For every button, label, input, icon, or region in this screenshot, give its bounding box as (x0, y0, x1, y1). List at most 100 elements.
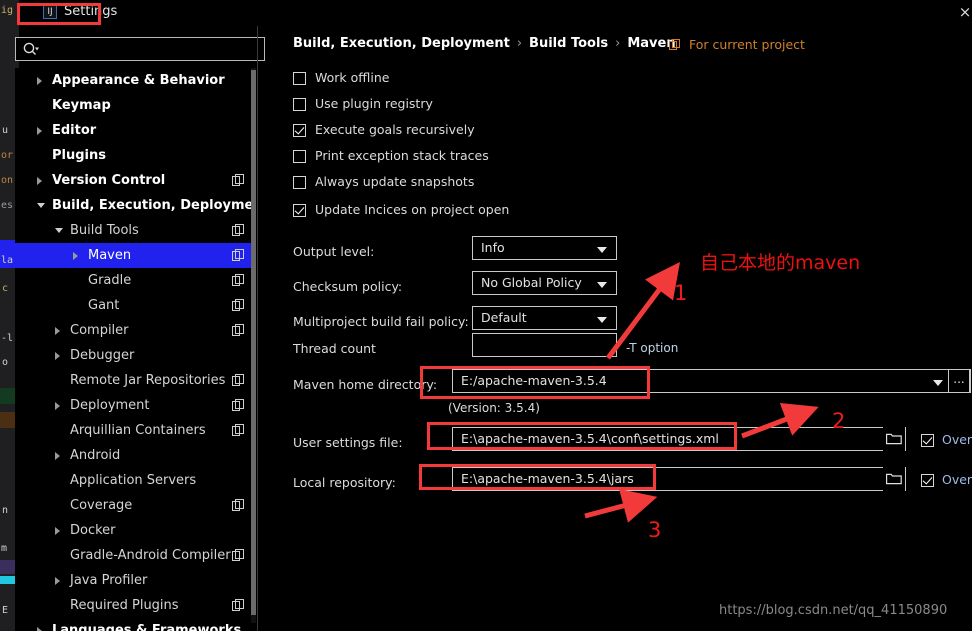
checkbox-box[interactable] (293, 98, 306, 111)
annotation-note-chinese: 自己本地的maven (700, 248, 860, 275)
settings-tree[interactable]: Appearance & BehaviorKeymapEditorPlugins… (15, 68, 256, 631)
select-label: Multiproject build fail policy: (293, 314, 469, 329)
sidebar-item-label: Arquillian Containers (70, 418, 206, 443)
chevron-down-icon[interactable] (597, 282, 607, 288)
ide-text-fragment: or (1, 150, 13, 161)
select-output-level[interactable]: Info (472, 236, 617, 260)
tree-scrollbar-thumb[interactable] (251, 70, 256, 615)
sidebar-item-label: Gradle-Android Compiler (70, 543, 231, 568)
maven-version-note: (Version: 3.5.4) (448, 401, 540, 415)
copy-settings-icon[interactable] (232, 174, 244, 186)
sidebar-item-coverage[interactable]: Coverage (15, 493, 256, 518)
copy-settings-icon[interactable] (232, 274, 244, 286)
sidebar-item-build-execution-deployment[interactable]: Build, Execution, Deployment (15, 193, 256, 218)
sidebar-item-build-tools[interactable]: Build Tools (15, 218, 256, 243)
local-repository-override-checkbox[interactable] (921, 474, 934, 487)
sidebar-item-gradle-android-compiler[interactable]: Gradle-Android Compiler (15, 543, 256, 568)
sidebar-item-compiler[interactable]: Compiler (15, 318, 256, 343)
select-value: No Global Policy (481, 275, 582, 290)
scope-label: For current project (689, 37, 805, 52)
sidebar-item-required-plugins[interactable]: Required Plugins (15, 593, 256, 618)
checkbox-label: Use plugin registry (315, 96, 433, 111)
chevron-right-icon[interactable] (55, 327, 60, 335)
copy-settings-icon[interactable] (232, 549, 244, 561)
sidebar-item-application-servers[interactable]: Application Servers (15, 468, 256, 493)
sidebar-item-plugins[interactable]: Plugins (15, 143, 256, 168)
sidebar-item-gradle[interactable]: Gradle (15, 268, 256, 293)
sidebar-item-deployment[interactable]: Deployment (15, 393, 256, 418)
checkbox-label: Work offline (315, 70, 389, 85)
chevron-right-icon[interactable] (55, 352, 60, 360)
copy-settings-icon[interactable] (232, 599, 244, 611)
chevron-right-icon[interactable] (37, 627, 42, 631)
sidebar-item-label: Keymap (52, 93, 111, 118)
thread-count-label: Thread count (293, 341, 376, 356)
ide-text-fragment: c (2, 283, 8, 294)
sidebar-item-label: Compiler (70, 318, 129, 343)
sidebar-item-editor[interactable]: Editor (15, 118, 256, 143)
settings-search-box[interactable] (15, 37, 265, 61)
close-icon[interactable]: × (957, 5, 972, 21)
sidebar-item-arquillian-containers[interactable]: Arquillian Containers (15, 418, 256, 443)
chevron-right-icon[interactable] (55, 452, 60, 460)
chevron-down-icon[interactable] (55, 228, 63, 233)
checkbox-box[interactable] (293, 204, 306, 217)
copy-settings-icon[interactable] (232, 224, 244, 236)
breadcrumb-part: Build Tools (529, 36, 608, 51)
sidebar-item-languages-frameworks[interactable]: Languages & Frameworks (15, 618, 256, 631)
copy-settings-icon[interactable] (232, 249, 244, 261)
sidebar-item-android[interactable]: Android (15, 443, 256, 468)
ide-text-fragment: E (2, 605, 8, 616)
scope-indicator[interactable]: For current project (669, 37, 805, 52)
chevron-right-icon[interactable] (55, 527, 60, 535)
copy-settings-icon[interactable] (232, 499, 244, 511)
local-repository-browse-button[interactable] (883, 467, 905, 491)
sidebar-item-docker[interactable]: Docker (15, 518, 256, 543)
user-settings-browse-button[interactable] (883, 427, 905, 451)
maven-home-combobox[interactable]: E:/apache-maven-3.5.4 (452, 369, 971, 393)
select-checksum-policy[interactable]: No Global Policy (472, 271, 617, 295)
sidebar-item-debugger[interactable]: Debugger (15, 343, 256, 368)
select-multiproject-build-fail-policy[interactable]: Default (472, 306, 617, 330)
local-repository-value: E:\apache-maven-3.5.4\jars (461, 471, 634, 486)
copy-settings-icon[interactable] (232, 299, 244, 311)
user-settings-override-checkbox[interactable] (921, 434, 934, 447)
search-input[interactable] (42, 38, 262, 60)
chevron-down-icon[interactable] (597, 247, 607, 253)
chevron-right-icon[interactable] (37, 127, 42, 135)
sidebar-item-java-profiler[interactable]: Java Profiler (15, 568, 256, 593)
thread-count-input[interactable] (472, 333, 617, 357)
chevron-down-icon[interactable] (597, 317, 607, 323)
user-settings-label: User settings file: (293, 435, 403, 450)
local-repository-input[interactable]: E:\apache-maven-3.5.4\jars (452, 467, 906, 491)
checkbox-box[interactable] (293, 176, 306, 189)
copy-settings-icon[interactable] (232, 399, 244, 411)
folder-icon (886, 432, 902, 445)
chevron-down-icon[interactable] (37, 203, 45, 208)
sidebar-item-gant[interactable]: Gant (15, 293, 256, 318)
ide-text-fragment: -l (1, 333, 13, 344)
sidebar-item-keymap[interactable]: Keymap (15, 93, 256, 118)
checkbox-box[interactable] (293, 150, 306, 163)
ide-text-fragment: la (1, 255, 13, 266)
maven-home-value: E:/apache-maven-3.5.4 (461, 373, 607, 388)
chevron-right-icon[interactable] (55, 577, 60, 585)
sidebar-item-maven[interactable]: Maven (15, 243, 256, 268)
maven-home-browse-button[interactable]: ... (948, 369, 970, 393)
copy-settings-icon[interactable] (232, 374, 244, 386)
watermark: https://blog.csdn.net/qq_41150890 (719, 603, 947, 618)
chevron-down-icon[interactable] (933, 380, 943, 386)
sidebar-item-remote-jar-repositories[interactable]: Remote Jar Repositories (15, 368, 256, 393)
checkbox-box[interactable] (293, 72, 306, 85)
ide-text-fragment: es (1, 200, 13, 211)
chevron-right-icon[interactable] (37, 77, 42, 85)
sidebar-item-version-control[interactable]: Version Control (15, 168, 256, 193)
sidebar-item-label: Deployment (70, 393, 150, 418)
chevron-right-icon[interactable] (73, 252, 78, 260)
chevron-right-icon[interactable] (37, 177, 42, 185)
checkbox-box[interactable] (293, 124, 306, 137)
copy-settings-icon[interactable] (232, 324, 244, 336)
sidebar-item-appearance-behavior[interactable]: Appearance & Behavior (15, 68, 256, 93)
copy-settings-icon[interactable] (232, 424, 244, 436)
chevron-right-icon[interactable] (55, 402, 60, 410)
